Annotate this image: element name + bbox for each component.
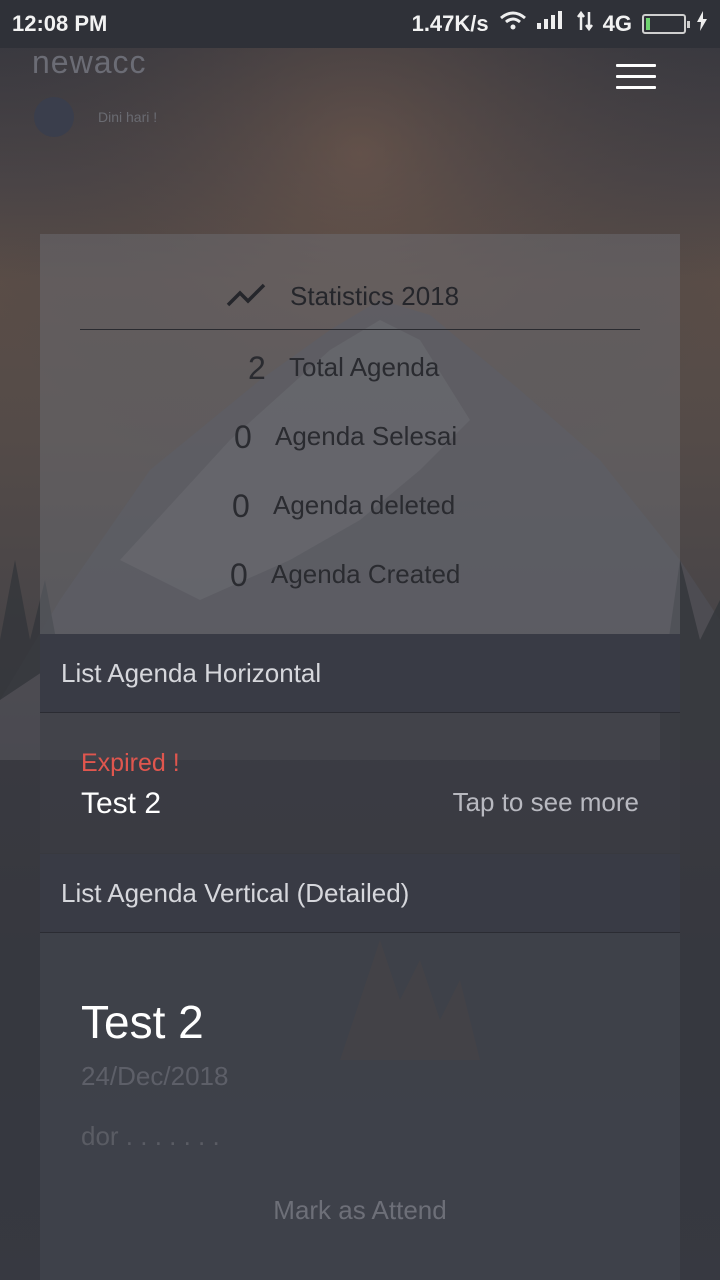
trending-icon xyxy=(226,283,266,307)
stat-label: Agenda Created xyxy=(271,559,461,589)
section-header-vertical: List Agenda Vertical (Detailed) xyxy=(40,854,680,933)
signal-icon xyxy=(536,11,567,37)
stat-value: 0 xyxy=(232,488,250,524)
greeting-text: Dini hari ! xyxy=(98,109,158,125)
divider xyxy=(80,329,640,330)
statistics-title: Statistics 2018 xyxy=(290,281,460,311)
stat-label: Agenda deleted xyxy=(273,490,456,520)
stat-row-selesai: 0 Agenda Selesai xyxy=(40,417,680,457)
stat-row-created: 0 Agenda Created xyxy=(40,555,680,595)
agenda-card-horizontal[interactable]: Expired ! Test 2 Tap to see more xyxy=(40,713,680,853)
section-header-horizontal: List Agenda Horizontal xyxy=(40,634,680,713)
network-type: 4G xyxy=(602,11,632,36)
net-speed: 1.47K/s xyxy=(411,11,489,36)
agenda-card-vertical[interactable]: Test 2 24/Dec/2018 dor . . . . . . . Mar… xyxy=(40,933,680,1280)
data-arrows-icon xyxy=(576,10,593,38)
stat-row-deleted: 0 Agenda deleted xyxy=(40,486,680,526)
status-bar: 12:08 PM 1.47K/s 4G xyxy=(0,0,720,48)
battery-icon xyxy=(642,14,690,34)
stat-value: 0 xyxy=(230,557,248,593)
statistics-header: Statistics 2018 xyxy=(40,234,680,330)
tap-to-see-more-link[interactable]: Tap to see more xyxy=(453,787,639,818)
agenda-date: 24/Dec/2018 xyxy=(81,1061,229,1091)
status-time: 12:08 PM xyxy=(12,11,108,36)
agenda-name: Test 2 xyxy=(81,787,162,820)
statistics-card: Statistics 2018 2 Total Agenda 0 Agenda … xyxy=(40,234,680,634)
stat-label: Agenda Selesai xyxy=(275,421,458,451)
wifi-icon xyxy=(499,11,527,37)
stat-row-total: 2 Total Agenda xyxy=(40,348,680,388)
stat-value: 2 xyxy=(248,350,266,386)
stat-label: Total Agenda xyxy=(289,352,440,382)
avatar[interactable] xyxy=(34,97,74,137)
app-title: newacc xyxy=(32,44,147,80)
charging-icon xyxy=(696,11,708,37)
stat-value: 0 xyxy=(234,419,252,455)
agenda-description: dor . . . . . . . xyxy=(81,1121,220,1151)
expired-badge: Expired ! xyxy=(81,749,180,777)
mark-as-attend-button[interactable]: Mark as Attend xyxy=(240,1195,480,1226)
hamburger-menu-icon[interactable] xyxy=(616,64,656,94)
agenda-title: Test 2 xyxy=(81,996,204,1048)
